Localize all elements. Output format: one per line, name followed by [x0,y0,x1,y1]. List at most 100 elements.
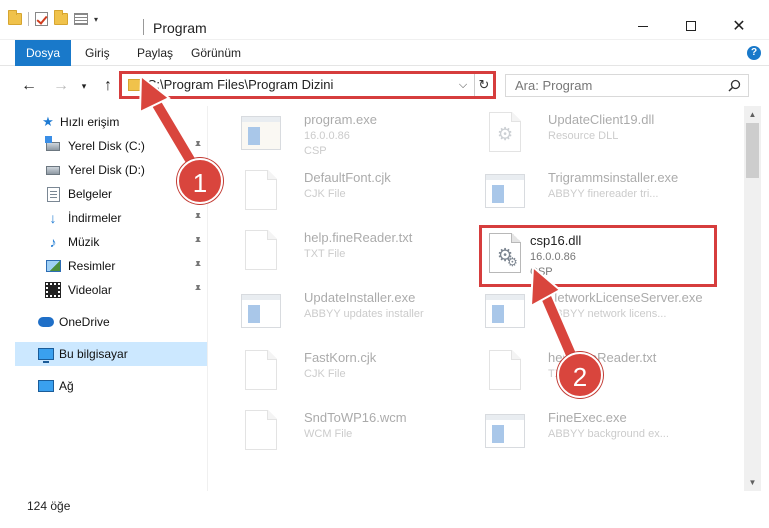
file-name: SndToWP16.wcm [304,410,407,425]
sidebar-item-label: Hızlı erişim [60,115,120,129]
ribbon-tabs: Dosya Giriş Paylaş Görünüm ? [0,40,769,94]
forward-button[interactable]: → [50,75,72,97]
sidebar-item-label: Ağ [59,379,74,393]
file-icon [485,350,525,392]
pictures-icon [45,258,61,274]
dll-gear-icon: ⚙ ⚙ [485,233,525,275]
this-pc-icon [38,346,54,363]
dll-icon: ⚙ [485,112,525,154]
sidebar-item-6[interactable]: ♪ Müzik [0,230,207,254]
properties-check-icon[interactable] [35,12,48,26]
sidebar-item-label: Belgeler [68,187,113,201]
sidebar-item-3[interactable]: Yerel Disk (D:) [0,158,207,182]
navigation-pane: ★ Hızlı erişim Yerel Disk (C:) Yerel Disk (… [0,106,207,491]
app-icon [485,170,525,212]
sidebar-item-9[interactable]: OneDrive [0,310,207,334]
title-bar: ▾ Program ✕ [0,0,769,40]
file-icon [241,170,281,212]
navigation-bar: ← → ▾ ↑ C:\Program Files\Program Dizini … [0,66,769,106]
refresh-button[interactable]: ↻ [474,74,493,96]
pin-icon[interactable] [193,140,203,153]
file-item-selected[interactable]: ⚙ ⚙ csp16.dll 16.0.0.86 CSP [479,225,717,287]
up-button[interactable]: ↑ [97,75,119,97]
new-folder-icon[interactable] [54,10,68,25]
sidebar-item-10[interactable]: Bu bilgisayar [15,342,207,366]
file-item[interactable]: help.fineReader.txt TXT File [221,224,461,278]
file-icon [241,230,281,272]
file-name: UpdateClient19.dll [548,112,655,127]
file-company: CSP [304,145,327,157]
title-divider [143,19,144,35]
sidebar-item-8[interactable]: Videolar [0,278,207,302]
file-item[interactable]: FastKorn.cjk CJK File [221,344,461,398]
toolbar-divider [28,12,29,26]
exe-icon [241,112,281,154]
downloads-icon: ↓ [49,210,57,226]
address-dropdown-button[interactable]: ⌵ [455,76,471,94]
sidebar-item-label: Yerel Disk (C:) [68,139,145,153]
pin-icon[interactable] [193,236,203,249]
sidebar-item-2[interactable]: Yerel Disk (C:) [0,134,207,158]
tab-view[interactable]: Görünüm [191,40,241,66]
customize-qat-chevron-icon[interactable]: ▾ [94,15,98,24]
pin-icon[interactable] [193,284,203,297]
address-path[interactable]: C:\Program Files\Program Dizini [147,77,333,92]
maximize-button[interactable] [668,12,714,40]
tab-home[interactable]: Giriş [85,40,110,66]
file-detail: ABBYY finereader tri... [548,188,659,200]
address-bar[interactable]: C:\Program Files\Program Dizini ⌵ ↻ [119,71,496,99]
file-detail: ABBYY network licens... [548,308,667,320]
sidebar-item-label: Videolar [68,283,112,297]
file-detail: CJK File [304,188,346,200]
step-badge-1: 1 [177,158,223,204]
file-icon [241,410,281,452]
drive-d-icon [45,162,61,178]
file-name: program.exe [304,112,377,127]
file-item[interactable]: FineExec.exe ABBYY background ex... [465,404,705,458]
file-name: FineExec.exe [548,410,627,425]
sidebar-item-11[interactable]: Ağ [0,374,207,398]
close-icon: ✕ [732,18,746,35]
pin-icon[interactable] [193,212,203,225]
properties-icon[interactable] [74,13,88,25]
sidebar-item-label: OneDrive [59,315,110,329]
drive-c-icon [45,135,61,154]
file-item[interactable]: Trigrammsinstaller.exe ABBYY finereader t… [465,164,705,218]
sidebar-item-5[interactable]: ↓ İndirmeler [0,206,207,230]
file-item[interactable]: program.exe 16.0.0.86 CSP [221,106,461,160]
file-item[interactable]: ⚙ UpdateClient19.dll Resource DLL [465,106,705,160]
file-name: help.fineReader.txt [304,230,413,245]
file-company: CSP [530,266,553,278]
folder-icon [128,79,142,91]
pin-icon[interactable] [193,260,203,273]
search-placeholder: Ara: Program [515,78,593,93]
file-item[interactable]: SndToWP16.wcm WCM File [221,404,461,458]
sidebar-item-label: Resimler [68,259,116,273]
scroll-thumb[interactable] [746,123,759,178]
minimize-button[interactable] [620,12,666,40]
vertical-scrollbar[interactable]: ▲ ▼ [744,106,761,491]
scroll-up-icon[interactable]: ▲ [744,106,761,123]
file-icon [241,350,281,392]
close-button[interactable]: ✕ [716,12,762,40]
scroll-down-icon[interactable]: ▼ [744,474,761,491]
file-detail: Resource DLL [548,130,619,142]
folder-icon[interactable] [8,10,22,25]
window-title: Program [153,20,207,36]
file-detail: TXT File [304,248,346,260]
search-icon[interactable] [728,79,741,92]
file-item[interactable]: NetworkLicenseServer.exe ABBYY network li… [465,284,705,338]
tab-share[interactable]: Paylaş [137,40,173,66]
file-item[interactable]: DefaultFont.cjk CJK File [221,164,461,218]
quick-access-toolbar: ▾ [8,10,98,26]
file-item[interactable]: UpdateInstaller.exe ABBYY updates install… [221,284,461,338]
recent-locations-button[interactable]: ▾ [78,75,90,97]
sidebar-item-4[interactable]: Belgeler [0,182,207,206]
file-detail: WCM File [304,428,353,440]
back-button[interactable]: ← [18,75,40,97]
sidebar-item-7[interactable]: Resimler [0,254,207,278]
search-input[interactable]: Ara: Program [505,74,749,97]
file-name: FastKorn.cjk [304,350,377,365]
help-icon[interactable]: ? [747,46,761,60]
sidebar-item-1[interactable]: ★ Hızlı erişim [0,110,207,134]
